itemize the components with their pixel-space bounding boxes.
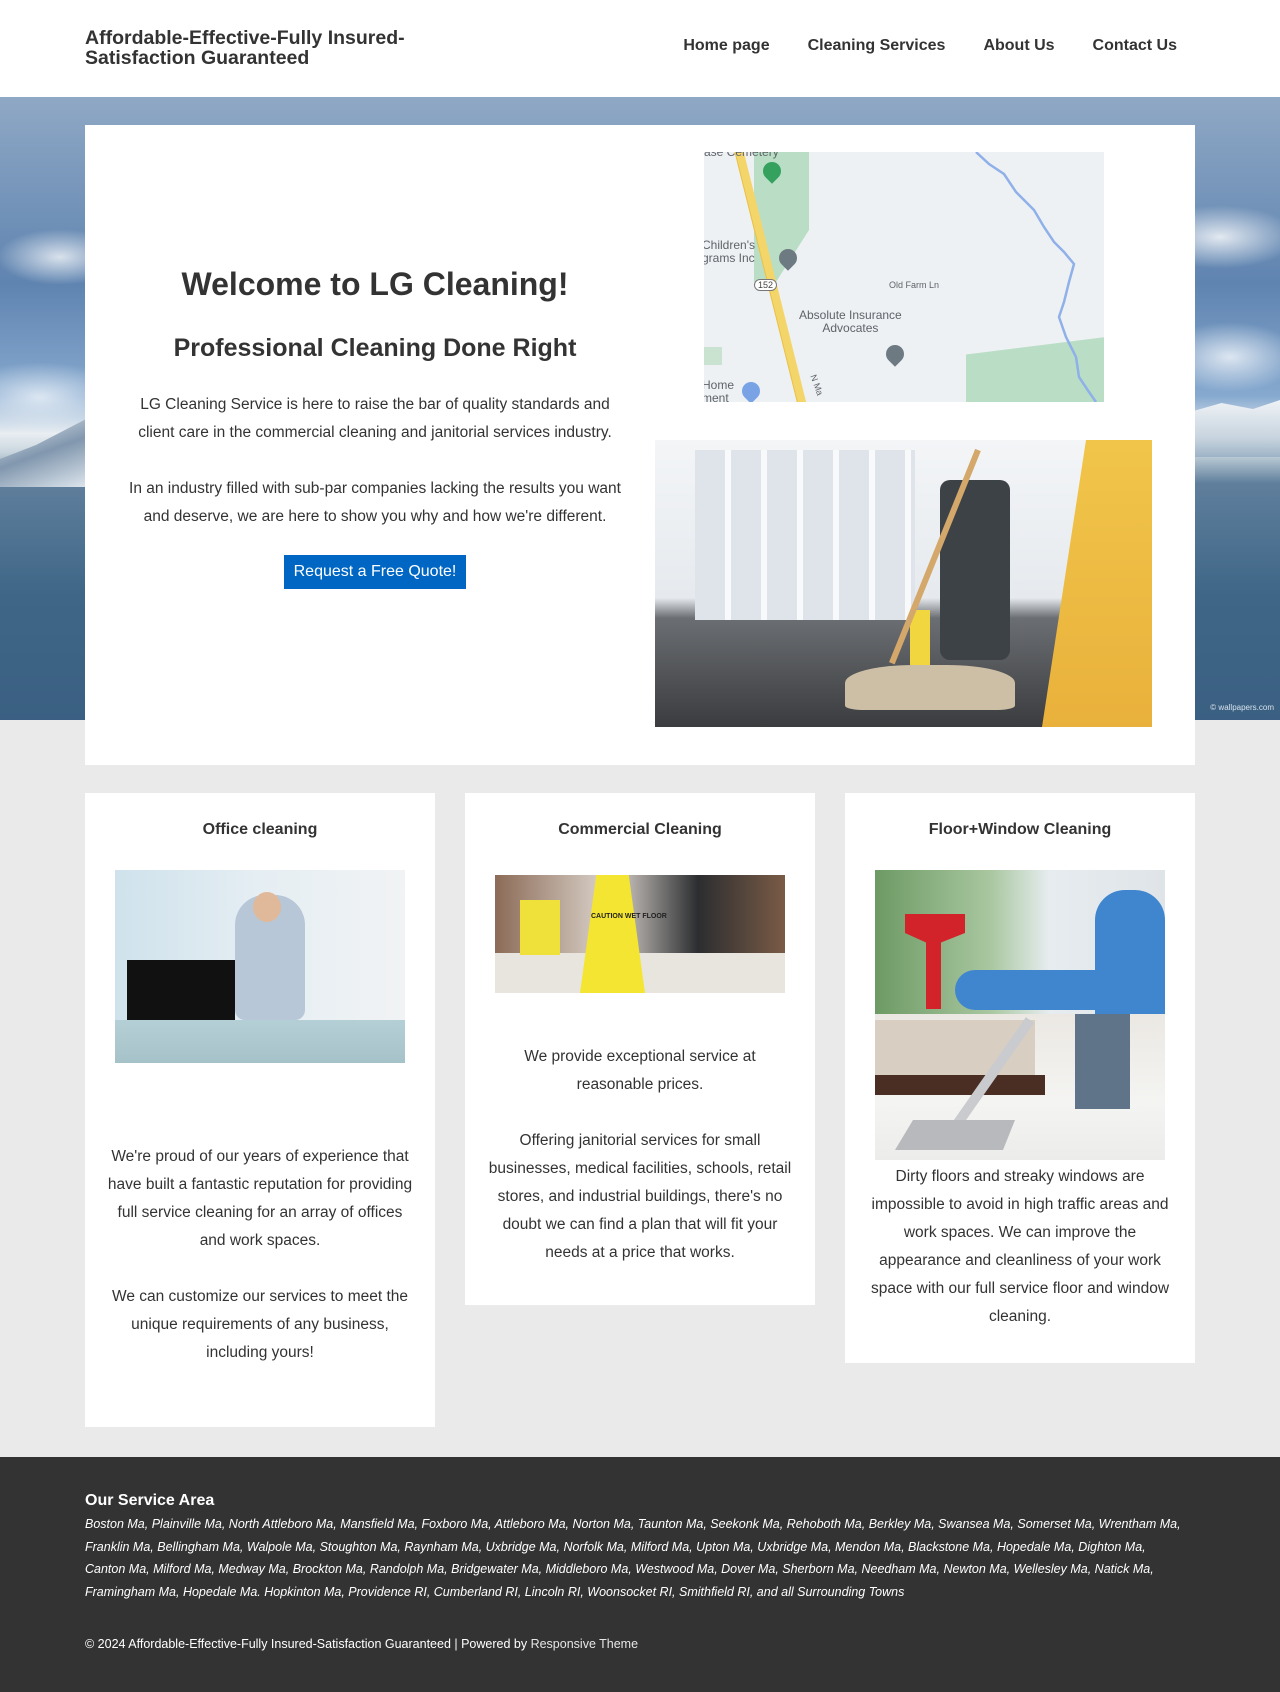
nav-contact-us[interactable]: Contact Us [1093, 37, 1177, 55]
service-paragraph: We can customize our services to meet th… [111, 1288, 409, 1361]
theme-link[interactable]: Responsive Theme [531, 1637, 638, 1651]
nav-cleaning-services[interactable]: Cleaning Services [808, 37, 946, 55]
image-vacuum-head [895, 1120, 1015, 1150]
background-watermark: © wallpapers.com [1210, 703, 1274, 712]
image-caution-sign [580, 875, 645, 993]
service-card-floor-window: Floor+Window Cleaning Dirty floors and s… [845, 793, 1195, 1363]
image-desk [115, 1020, 405, 1063]
service-area-list: Boston Ma, Plainville Ma, North Attlebor… [85, 1517, 1181, 1599]
hero-paragraph: LG Cleaning Service is here to raise the… [138, 396, 612, 441]
nav-about-us[interactable]: About Us [983, 37, 1054, 55]
service-text: We're proud of our years of experience t… [107, 1143, 413, 1367]
hero-card: Welcome to LG Cleaning! Professional Cle… [85, 125, 1195, 765]
hero-title: Welcome to LG Cleaning! [181, 266, 569, 302]
image-cleaner-head [253, 892, 281, 922]
service-title: Floor+Window Cleaning [928, 821, 1112, 838]
embedded-map[interactable]: ase Cemetery Children's grams Inc 152 Ol… [704, 152, 1104, 402]
image-monitor [127, 960, 235, 1020]
map-label-childrens: Children's grams Inc [704, 238, 755, 265]
nav-home[interactable]: Home page [683, 37, 769, 55]
hero-mopping-image [655, 440, 1152, 727]
service-title: Commercial Cleaning [558, 821, 722, 838]
copyright: © 2024 Affordable-Effective-Fully Insure… [85, 1637, 638, 1651]
map-label-home: Home ment [704, 378, 735, 403]
map-label-business: Absolute Insurance Advocates [799, 308, 902, 335]
service-card-commercial: Commercial Cleaning CAUTION WET FLOOR We… [465, 793, 815, 1305]
caution-sign-text: CAUTION WET FLOOR [591, 913, 667, 920]
site-footer: Our Service Area Boston Ma, Plainville M… [0, 1457, 1280, 1692]
map-label-road: Old Farm Ln [889, 280, 940, 290]
hero-subtitle: Professional Cleaning Done Right [173, 334, 577, 362]
service-paragraph: We provide exceptional service at reason… [524, 1048, 756, 1093]
service-area-title: Our Service Area [85, 1492, 215, 1509]
office-cleaning-image [115, 870, 405, 1063]
mountain-right [1190, 400, 1280, 457]
service-text: We provide exceptional service at reason… [487, 1043, 793, 1267]
main-nav: Home page Cleaning Services About Us Con… [683, 37, 1177, 55]
image-mop-bucket [520, 900, 560, 955]
service-card-office: Office cleaning We're proud of our years… [85, 793, 435, 1427]
site-header: Affordable-Effective-Fully Insured-Satis… [0, 0, 1280, 97]
floor-window-cleaning-image [875, 870, 1165, 1160]
commercial-cleaning-image: CAUTION WET FLOOR [495, 875, 785, 993]
map-river [975, 152, 1098, 402]
mountain-left [0, 417, 90, 487]
copyright-text: © 2024 Affordable-Effective-Fully Insure… [85, 1637, 531, 1651]
image-sofa-base [875, 1075, 1045, 1095]
image-caution-cone [1042, 440, 1152, 727]
hero-paragraph: In an industry filled with sub-par compa… [129, 480, 621, 525]
image-window [695, 450, 915, 620]
service-paragraph: We're proud of our years of experience t… [107, 1148, 413, 1249]
map-label-cemetery: ase Cemetery [704, 152, 779, 159]
service-title: Office cleaning [202, 821, 318, 838]
service-paragraph: Dirty floors and streaky windows are imp… [870, 1168, 1170, 1325]
hero-text: Welcome to LG Cleaning! Professional Cle… [125, 265, 625, 589]
service-text: Dirty floors and streaky windows are imp… [867, 1163, 1173, 1331]
image-arm [955, 970, 1155, 1010]
site-title[interactable]: Affordable-Effective-Fully Insured-Satis… [85, 28, 445, 68]
request-quote-button[interactable]: Request a Free Quote! [283, 555, 467, 589]
image-legs [1075, 1014, 1130, 1109]
image-mop-head [845, 665, 1015, 710]
route-shield: 152 [754, 279, 778, 291]
service-paragraph: Offering janitorial services for small b… [488, 1132, 792, 1261]
